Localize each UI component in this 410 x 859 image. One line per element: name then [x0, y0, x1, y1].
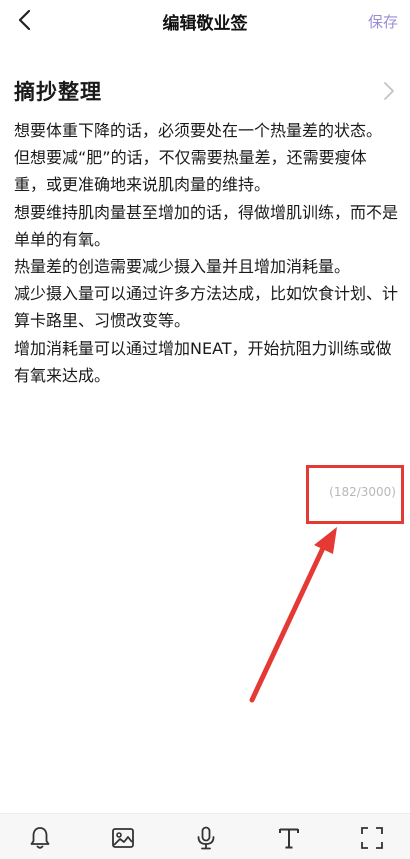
category-selector[interactable]: 摘抄整理	[14, 76, 396, 106]
bottom-toolbar	[0, 813, 410, 859]
top-bar: 编辑敬业签 保存	[0, 0, 410, 44]
page-title: 编辑敬业签	[162, 14, 248, 34]
chevron-right-icon	[384, 82, 394, 100]
image-icon[interactable]	[110, 825, 136, 851]
bell-icon[interactable]	[27, 825, 53, 851]
text-format-icon[interactable]	[276, 825, 302, 851]
save-button[interactable]: 保存	[368, 11, 398, 32]
annotation-highlight-box	[306, 465, 404, 524]
fullscreen-icon[interactable]	[359, 825, 385, 851]
microphone-icon[interactable]	[193, 825, 219, 851]
note-content-editor[interactable]: 想要体重下降的话，必须要处在一个热量差的状态。 但想要减“肥”的话，不仅需要热量…	[14, 117, 398, 389]
category-title: 摘抄整理	[14, 80, 102, 104]
